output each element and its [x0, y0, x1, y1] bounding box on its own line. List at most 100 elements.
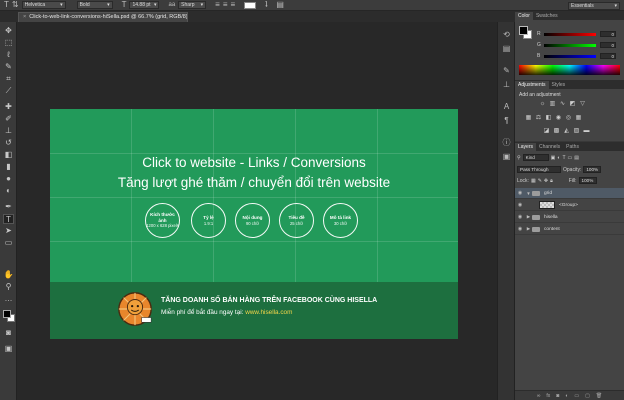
zoom-tool-icon[interactable]: ⚲: [3, 282, 14, 292]
color-lookup-icon[interactable]: ▦: [575, 115, 582, 122]
align-center-icon[interactable]: ≡: [223, 1, 228, 9]
paragraph-panel-icon[interactable]: ¶: [501, 116, 512, 126]
character-panel-icon[interactable]: A: [501, 102, 512, 112]
hue-saturation-icon[interactable]: ▦: [525, 115, 532, 122]
blur-tool-icon[interactable]: ●: [3, 174, 14, 184]
tab-channels[interactable]: Channels: [536, 143, 563, 151]
slider-value[interactable]: 0: [600, 31, 616, 37]
add-mask-icon[interactable]: ◙: [556, 393, 559, 399]
quick-select-tool-icon[interactable]: ✎: [3, 62, 14, 72]
new-group-icon[interactable]: ▭: [574, 393, 579, 399]
foreground-background-swatches[interactable]: [3, 310, 15, 322]
photo-filter-icon[interactable]: ◉: [555, 115, 562, 122]
lock-all-icon[interactable]: 🔒︎: [550, 178, 553, 184]
eyedropper-tool-icon[interactable]: ⟋: [3, 86, 14, 96]
align-left-icon[interactable]: ≡: [215, 1, 220, 9]
tab-swatches[interactable]: Swatches: [533, 12, 561, 20]
tab-paths[interactable]: Paths: [563, 143, 582, 151]
brush-tool-icon[interactable]: ✐: [3, 114, 14, 124]
selective-color-icon[interactable]: ▨: [573, 128, 580, 135]
clone-source-panel-icon[interactable]: ⊥: [501, 80, 512, 90]
document-tab[interactable]: × Click-to-web-link-conversions-hiSella.p…: [18, 12, 188, 22]
type-tool-icon[interactable]: T: [3, 214, 14, 224]
filter-smart-object-icon[interactable]: ▤: [574, 155, 579, 161]
invert-icon[interactable]: ◪: [543, 128, 550, 135]
fill-field[interactable]: 100%: [578, 177, 597, 184]
close-icon[interactable]: ×: [23, 14, 26, 20]
hand-tool-icon[interactable]: ✋: [3, 270, 14, 280]
layer-style-icon[interactable]: fx: [546, 393, 550, 399]
visibility-eye-icon[interactable]: ◉: [515, 202, 525, 208]
marquee-tool-icon[interactable]: ⬚: [3, 38, 14, 48]
layer-row[interactable]: ◉ ▶ hisella: [515, 212, 624, 223]
green-slider[interactable]: G 0: [537, 41, 621, 49]
collapsed-triangle-icon[interactable]: ▶: [525, 214, 532, 220]
orientation-toggle-icon[interactable]: ⇅: [12, 1, 19, 9]
screen-mode-icon[interactable]: ▣: [3, 344, 14, 354]
blue-slider[interactable]: B 0: [537, 52, 621, 60]
brush-panel-icon[interactable]: ✎: [501, 66, 512, 76]
color-spectrum-ramp[interactable]: [519, 65, 620, 75]
visibility-eye-icon[interactable]: ◉: [515, 214, 525, 220]
lock-transparency-icon[interactable]: ▦: [531, 178, 536, 184]
pen-tool-icon[interactable]: ✒: [3, 202, 14, 212]
new-adjustment-icon[interactable]: ◐: [565, 393, 568, 399]
filter-pixel-icon[interactable]: ▣: [551, 155, 556, 161]
eraser-tool-icon[interactable]: ◧: [3, 150, 14, 160]
threshold-icon[interactable]: ◭: [563, 128, 570, 135]
filter-adjustment-icon[interactable]: ◐: [557, 155, 560, 161]
type-tool-icon[interactable]: T: [4, 1, 9, 9]
collapsed-triangle-icon[interactable]: ▶: [525, 226, 532, 232]
exposure-icon[interactable]: ◩: [569, 101, 576, 108]
shape-tool-icon[interactable]: ▭: [3, 238, 14, 248]
blend-mode-select[interactable]: Pass Through: [517, 166, 561, 173]
slider-value[interactable]: 0: [600, 42, 616, 48]
layer-row[interactable]: ◉ ▶ content: [515, 224, 624, 235]
font-style-select[interactable]: Bold ▾: [76, 1, 113, 9]
posterize-icon[interactable]: ▩: [553, 128, 560, 135]
info-panel-icon[interactable]: ⓘ: [501, 138, 512, 148]
slider-value[interactable]: 0: [600, 53, 616, 59]
slider-track[interactable]: [544, 54, 596, 58]
layer-row[interactable]: ◉ ▼ grid: [515, 188, 624, 199]
levels-icon[interactable]: ▥: [549, 101, 556, 108]
color-balance-icon[interactable]: ⚖: [535, 115, 542, 122]
gradient-map-icon[interactable]: ▬: [583, 128, 590, 135]
trash-icon[interactable]: 🗑︎: [596, 393, 602, 399]
move-tool-icon[interactable]: ✥: [3, 26, 14, 36]
new-layer-icon[interactable]: ▢: [585, 393, 590, 399]
black-white-icon[interactable]: ◧: [545, 115, 552, 122]
document-workspace[interactable]: Click to website - Links / Conversions T…: [17, 22, 497, 400]
properties-panel-icon[interactable]: ▤: [501, 44, 512, 54]
healing-brush-tool-icon[interactable]: ✚: [3, 102, 14, 112]
lasso-tool-icon[interactable]: ℓ: [3, 50, 14, 60]
path-selection-tool-icon[interactable]: ➤: [3, 226, 14, 236]
opacity-field[interactable]: 100%: [583, 166, 602, 173]
history-panel-icon[interactable]: ⟲: [501, 30, 512, 40]
navigator-panel-icon[interactable]: ▣: [501, 152, 512, 162]
workspace-select[interactable]: Essentials ▾: [568, 2, 620, 10]
font-size-select[interactable]: 14.88 pt ▾: [129, 1, 160, 9]
layer-row[interactable]: ◉ <Group>: [515, 200, 624, 211]
visibility-eye-icon[interactable]: ◉: [515, 226, 525, 232]
expanded-triangle-icon[interactable]: ▼: [525, 191, 532, 196]
red-slider[interactable]: R 0: [537, 30, 621, 38]
tab-adjustments[interactable]: Adjustments: [515, 81, 549, 89]
foreground-color-swatch[interactable]: [3, 310, 11, 318]
slider-track[interactable]: [544, 32, 596, 36]
brightness-contrast-icon[interactable]: ☼: [539, 101, 546, 108]
layer-filter-kind-select[interactable]: Kind: [522, 154, 549, 161]
tab-styles[interactable]: Styles: [549, 81, 569, 89]
link-layers-icon[interactable]: ∞: [537, 393, 541, 399]
clone-stamp-tool-icon[interactable]: ⊥: [3, 126, 14, 136]
lock-pixels-icon[interactable]: ✎: [538, 178, 542, 184]
history-brush-tool-icon[interactable]: ↺: [3, 138, 14, 148]
vibrance-icon[interactable]: ▽: [579, 101, 586, 108]
quick-mask-icon[interactable]: ◙: [3, 328, 14, 338]
visibility-eye-icon[interactable]: ◉: [515, 190, 525, 196]
slider-track[interactable]: [544, 43, 596, 47]
document-canvas[interactable]: Click to website - Links / Conversions T…: [50, 109, 458, 339]
channel-mixer-icon[interactable]: ◎: [565, 115, 572, 122]
align-right-icon[interactable]: ≡: [231, 1, 236, 9]
lock-position-icon[interactable]: ✥: [544, 178, 548, 184]
